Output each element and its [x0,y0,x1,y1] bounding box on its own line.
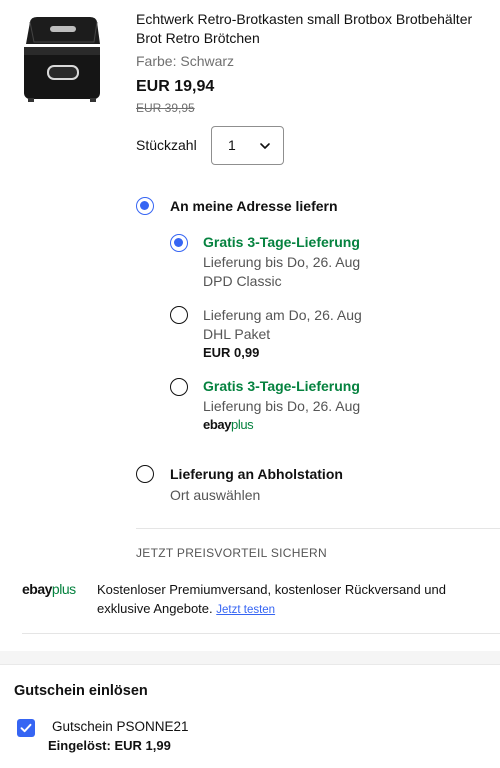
pickup-station-label[interactable]: Lieferung an Abholstation [170,466,343,482]
product-variant: Farbe: Schwarz [136,53,235,69]
ebayplus-badge-plus: plus [231,417,254,432]
try-ebayplus-link[interactable]: Jetzt testen [216,604,275,616]
shipping-dpd-date: Lieferung bis Do, 26. Aug [203,254,361,270]
ebayplus-badge-ebay: ebay [203,417,232,432]
radio-home-delivery[interactable] [136,197,154,215]
coupon-heading: Gutschein einlösen [14,683,148,699]
checkmark-icon [20,723,32,733]
shipping-ebayplus-date: Lieferung bis Do, 26. Aug [203,398,361,414]
shipping-dhl-carrier: DHL Paket [203,326,271,342]
ebayplus-logo: ebayplus [22,581,76,597]
ebayplus-logo-ebay: ebay [22,581,52,597]
coupon-redeemed-amount: Eingelöst: EUR 1,99 [48,738,171,753]
ebayplus-logo-plus: plus [51,581,76,597]
radio-shipping-ebayplus[interactable] [170,378,188,396]
chevron-down-icon [260,143,270,149]
coupon-code-label[interactable]: Gutschein PSONNE21 [52,719,189,734]
original-price: EUR 39,95 [136,101,195,115]
product-image[interactable] [20,14,104,104]
divider [136,528,500,529]
coupon-checkbox[interactable] [17,719,35,737]
radio-pickup-station[interactable] [136,465,154,483]
shipping-dpd-title: Gratis 3-Tage-Lieferung [203,234,360,250]
product-price: EUR 19,94 [136,78,215,95]
shipping-dpd-carrier: DPD Classic [203,273,282,289]
quantity-value: 1 [228,137,236,153]
promo-caption: JETZT PREISVORTEIL SICHERN [136,546,327,560]
shipping-dhl-price: EUR 0,99 [203,345,260,360]
ebayplus-badge: ebayplus [203,417,254,432]
shipping-ebayplus-title: Gratis 3-Tage-Lieferung [203,378,360,394]
promo-text: Kostenloser Premiumversand, kostenloser … [97,580,492,620]
home-delivery-label[interactable]: An meine Adresse liefern [170,198,338,214]
section-separator [0,651,500,665]
product-title[interactable]: Echtwerk Retro-Brotkasten small Brotbox … [136,10,486,48]
quantity-label: Stückzahl [136,137,197,153]
divider [22,633,500,634]
radio-shipping-dhl[interactable] [170,306,188,324]
pickup-select-location[interactable]: Ort auswählen [170,486,260,504]
quantity-select[interactable]: 1 [211,126,284,165]
shipping-dhl-date: Lieferung am Do, 26. Aug [203,307,362,323]
radio-shipping-dpd[interactable] [170,234,188,252]
